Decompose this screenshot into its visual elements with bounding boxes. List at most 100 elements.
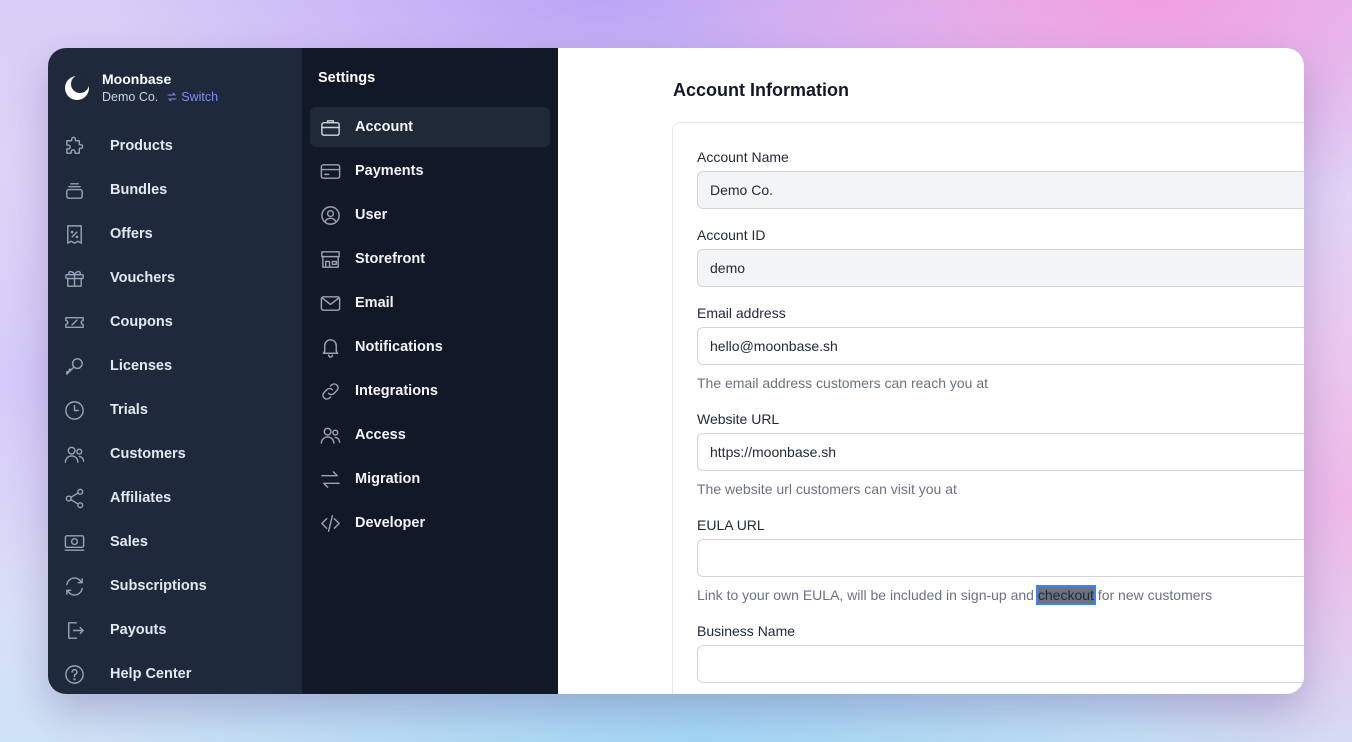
share-icon: [65, 488, 84, 508]
link-icon: [322, 382, 339, 400]
settings-item-storefront[interactable]: Storefront: [310, 239, 550, 279]
envelope-icon: [320, 295, 341, 311]
puzzle-icon: [66, 136, 84, 154]
settings-title: Settings: [318, 70, 376, 86]
nav-item-sales[interactable]: Sales: [48, 520, 302, 564]
briefcase-icon: [321, 119, 340, 136]
org-row: Demo Co. Switch: [102, 88, 218, 106]
nav-label: Bundles: [110, 182, 168, 198]
receipt-percent-icon: [67, 224, 82, 244]
business-name-label: Business Name: [697, 623, 796, 639]
settings-item-notifications[interactable]: Notifications: [310, 327, 550, 367]
settings-label: Developer: [355, 515, 426, 531]
business-name-input[interactable]: [697, 645, 1304, 683]
settings-sidebar: Settings Account Payments User Storefron…: [302, 48, 558, 694]
nav-item-help-center[interactable]: Help Center: [48, 652, 302, 694]
settings-item-user[interactable]: User: [310, 195, 550, 235]
settings-label: Access: [355, 427, 406, 443]
users-icon: [320, 427, 341, 444]
nav-item-subscriptions[interactable]: Subscriptions: [48, 564, 302, 608]
settings-label: Migration: [355, 471, 421, 487]
website-help-text: The website url customers can visit you …: [697, 481, 957, 497]
app-window: Moonbase Demo Co. Switch Products Bundle…: [48, 48, 1304, 694]
storefront-icon: [321, 250, 340, 268]
nav-label: Payouts: [110, 622, 167, 638]
eula-help-highlight: checkout: [1035, 585, 1096, 605]
nav-item-bundles[interactable]: Bundles: [48, 168, 302, 212]
account-id-input[interactable]: [697, 249, 1304, 287]
nav-label: Subscriptions: [110, 578, 207, 594]
settings-item-payments[interactable]: Payments: [310, 151, 550, 191]
switch-org-button[interactable]: Switch: [166, 88, 218, 106]
account-name-label: Account Name: [697, 149, 789, 165]
settings-item-account[interactable]: Account: [310, 107, 550, 147]
eula-help-before: Link to your own EULA, will be included …: [697, 587, 1038, 603]
eula-help-text: Link to your own EULA, will be included …: [697, 585, 1213, 605]
settings-label: Integrations: [355, 383, 438, 399]
settings-label: Email: [355, 295, 394, 311]
account-id-label: Account ID: [697, 227, 766, 243]
code-icon: [321, 514, 340, 532]
nav-item-products[interactable]: Products: [48, 124, 302, 168]
website-input[interactable]: [697, 433, 1304, 471]
credit-card-icon: [320, 163, 341, 179]
org-name: Demo Co.: [102, 90, 159, 104]
nav-label: Licenses: [110, 358, 173, 374]
eula-input[interactable]: [697, 539, 1304, 577]
users-icon: [64, 446, 85, 463]
nav-label: Offers: [110, 226, 153, 242]
refresh-icon: [66, 576, 83, 596]
key-icon: [66, 357, 83, 375]
moonbase-logo-icon: [65, 75, 89, 100]
settings-label: Storefront: [355, 251, 426, 267]
gift-icon: [65, 270, 84, 287]
email-help-text: The email address customers can reach yo…: [697, 375, 989, 391]
settings-item-developer[interactable]: Developer: [310, 503, 550, 543]
settings-item-access[interactable]: Access: [310, 415, 550, 455]
eula-label: EULA URL: [697, 517, 765, 533]
account-name-input[interactable]: [697, 171, 1304, 209]
nav-label: Trials: [110, 402, 148, 418]
eula-help-after: for new customers: [1093, 587, 1213, 603]
primary-sidebar: Moonbase Demo Co. Switch Products Bundle…: [48, 48, 302, 694]
settings-label: User: [355, 207, 388, 223]
main-content: Account Information Account Name Account…: [558, 48, 1304, 694]
email-label: Email address: [697, 305, 786, 321]
website-label: Website URL: [697, 411, 780, 427]
question-icon: [65, 664, 84, 684]
email-input[interactable]: [697, 327, 1304, 365]
account-form-card: Account Name Account ID Email address Th…: [672, 122, 1304, 694]
bell-icon: [322, 338, 339, 358]
nav-label: Customers: [110, 446, 186, 462]
settings-item-integrations[interactable]: Integrations: [310, 371, 550, 411]
nav-item-payouts[interactable]: Payouts: [48, 608, 302, 652]
switch-label: Switch: [181, 90, 219, 104]
nav-label: Coupons: [110, 314, 173, 330]
nav-label: Products: [110, 138, 173, 154]
exit-icon: [68, 621, 84, 639]
settings-item-email[interactable]: Email: [310, 283, 550, 323]
nav-item-trials[interactable]: Trials: [48, 388, 302, 432]
settings-label: Account: [355, 119, 413, 135]
nav-item-coupons[interactable]: Coupons: [48, 300, 302, 344]
nav-item-affiliates[interactable]: Affiliates: [48, 476, 302, 520]
clock-icon: [65, 400, 84, 420]
page-title: Account Information: [673, 80, 849, 100]
ticket-icon: [65, 316, 84, 328]
nav-label: Vouchers: [110, 270, 176, 286]
brand-header: Moonbase Demo Co. Switch: [48, 70, 302, 106]
user-circle-icon: [321, 205, 340, 225]
nav-item-offers[interactable]: Offers: [48, 212, 302, 256]
nav-label: Sales: [110, 534, 148, 550]
brand-name: Moonbase: [102, 71, 172, 87]
nav-item-vouchers[interactable]: Vouchers: [48, 256, 302, 300]
nav-item-customers[interactable]: Customers: [48, 432, 302, 476]
banknotes-icon: [64, 534, 85, 551]
switch-arrows-icon: [167, 92, 177, 102]
nav-item-licenses[interactable]: Licenses: [48, 344, 302, 388]
settings-item-migration[interactable]: Migration: [310, 459, 550, 499]
settings-label: Notifications: [355, 339, 443, 355]
nav-label: Affiliates: [110, 490, 172, 506]
stack-icon: [66, 182, 83, 199]
arrows-icon: [321, 470, 340, 488]
